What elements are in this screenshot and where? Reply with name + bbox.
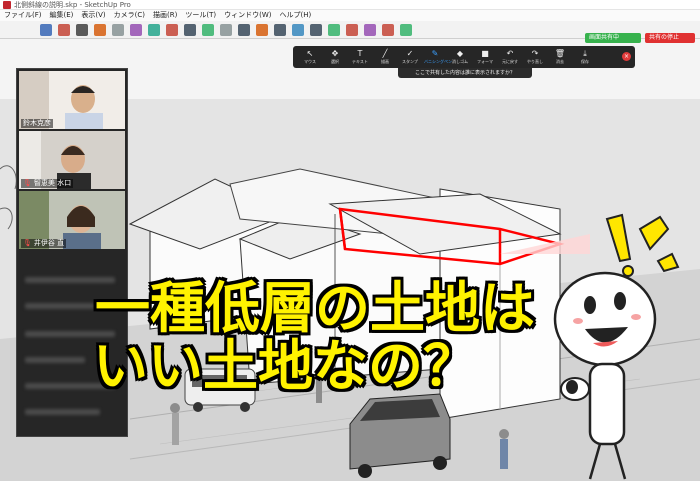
list-item xyxy=(25,303,95,309)
annotate-tool-eraser[interactable]: ◆ 消しゴム xyxy=(449,48,471,66)
screen-sharing-status[interactable]: 画面共有中 xyxy=(585,33,641,43)
participant-tile[interactable]: 🎙 智恵美 水口 xyxy=(19,131,125,189)
annotate-tool-clear[interactable]: 🗑 消去 xyxy=(549,48,571,66)
stamp-icon: ✓ xyxy=(406,49,414,58)
redo-icon: ↷ xyxy=(531,49,539,58)
annotate-tool-draw[interactable]: ╱ 描画 xyxy=(374,48,396,66)
rectangle-icon[interactable] xyxy=(112,24,124,36)
undo-icon: ↶ xyxy=(506,49,514,58)
annotate-tool-label: 元に戻す xyxy=(502,59,518,64)
annotate-tool-label: 選択 xyxy=(331,59,339,64)
rotate-icon[interactable] xyxy=(184,24,196,36)
annotate-tool-save[interactable]: ⤓ 保存 xyxy=(574,48,596,66)
window-title: 北側斜線の説明.skp - SketchUp Pro xyxy=(14,1,131,9)
eraser-icon: ◆ xyxy=(456,49,464,58)
menu-item[interactable]: 編集(E) xyxy=(46,10,78,21)
move-icon[interactable] xyxy=(166,24,178,36)
annotate-tool-label: 消しゴム xyxy=(452,59,468,64)
draw-icon: ╱ xyxy=(382,49,388,58)
menu-item[interactable]: ヘルプ(H) xyxy=(275,10,315,21)
format-icon: ■ xyxy=(481,49,489,58)
orbit-icon[interactable] xyxy=(274,24,286,36)
select-icon: ✥ xyxy=(331,49,339,58)
annotate-tool-vanishing-pen[interactable]: ✎ バニシングペン xyxy=(424,48,452,66)
annotate-tool-text[interactable]: T テキスト xyxy=(349,48,371,66)
title-bar: 北側斜線の説明.skp - SketchUp Pro xyxy=(0,0,700,10)
menu-item[interactable]: ファイル(F) xyxy=(0,10,46,21)
annotate-tool-label: テキスト xyxy=(352,59,368,64)
annotate-tool-redo[interactable]: ↷ やり直し xyxy=(524,48,546,66)
sketchup-logo-icon xyxy=(3,1,11,9)
annotate-tool-label: フォーマ xyxy=(477,59,493,64)
close-annotation-button[interactable]: × xyxy=(622,52,631,61)
scale-icon[interactable] xyxy=(202,24,214,36)
annotate-tool-undo[interactable]: ↶ 元に戻す xyxy=(499,48,521,66)
annotate-tool-label: 消去 xyxy=(556,59,564,64)
participant-name: 🎙 井伊谷 直 xyxy=(21,239,67,248)
participant-name: 🎙 智恵美 水口 xyxy=(21,179,74,188)
save-icon: ⤓ xyxy=(583,49,587,58)
annotate-tool-label: バニシングペン xyxy=(424,59,452,64)
headline-line-1: 一種低層の土地は xyxy=(95,276,536,340)
components-icon[interactable] xyxy=(346,24,358,36)
zoom-icon[interactable] xyxy=(310,24,322,36)
select-icon[interactable] xyxy=(40,24,52,36)
paint-icon[interactable] xyxy=(256,24,268,36)
vanishing-pen-icon: ✎ xyxy=(431,49,439,58)
annotate-tool-label: 保存 xyxy=(581,59,589,64)
text-icon[interactable] xyxy=(238,24,250,36)
zoom-extents-icon[interactable] xyxy=(328,24,340,36)
pan-icon[interactable] xyxy=(292,24,304,36)
annotate-tool-label: マウス xyxy=(304,59,316,64)
clear-icon: 🗑 xyxy=(554,49,566,58)
annotate-tool-format[interactable]: ■ フォーマ xyxy=(474,48,496,66)
text-icon: T xyxy=(357,49,363,58)
menu-item[interactable]: ツール(T) xyxy=(181,10,220,21)
annotation-toolbar: × ↖ マウス ✥ 選択 T テキスト ╱ 描画 ✓ スタンプ ✎ バニシングペン ◆ 消しゴム ■ フォーマ… xyxy=(293,46,635,68)
list-item xyxy=(25,357,85,363)
annotate-tool-label: 描画 xyxy=(381,59,389,64)
menu-item[interactable]: 表示(V) xyxy=(77,10,109,21)
share-visibility-prompt[interactable]: ここで共有した内容は誰に表示されますか？ xyxy=(398,68,532,78)
tape-icon[interactable] xyxy=(220,24,232,36)
annotate-tool-label: やり直し xyxy=(527,59,543,64)
layout-icon[interactable] xyxy=(400,24,412,36)
sketchup-window: 北側斜線の説明.skp - SketchUp Pro ファイル(F) 編集(E) 表… xyxy=(0,0,700,481)
menu-item[interactable]: 描画(R) xyxy=(149,10,181,21)
annotate-tool-select[interactable]: ✥ 選択 xyxy=(324,48,346,66)
participant-name: 鈴木克彦 xyxy=(21,119,53,128)
annotate-tool-mouse[interactable]: ↖ マウス xyxy=(299,48,321,66)
mic-muted-icon: 🎙 xyxy=(23,179,32,187)
warehouse-icon[interactable] xyxy=(364,24,376,36)
pushpull-icon[interactable] xyxy=(130,24,142,36)
list-item xyxy=(25,409,100,415)
offset-icon[interactable] xyxy=(148,24,160,36)
annotate-tool-stamp[interactable]: ✓ スタンプ xyxy=(399,48,421,66)
menu-bar: ファイル(F) 編集(E) 表示(V) カメラ(C) 描画(R) ツール(T) ウィンドウ(… xyxy=(0,10,700,21)
pencil-icon[interactable] xyxy=(76,24,88,36)
stop-sharing-button[interactable]: 共有の停止 xyxy=(645,33,695,43)
mic-muted-icon: 🎙 xyxy=(23,239,32,247)
mouse-icon: ↖ xyxy=(306,49,314,58)
extension-icon[interactable] xyxy=(382,24,394,36)
arc-icon[interactable] xyxy=(94,24,106,36)
menu-item[interactable]: カメラ(C) xyxy=(110,10,149,21)
eraser-icon[interactable] xyxy=(58,24,70,36)
participant-tile[interactable]: 🎙 井伊谷 直 xyxy=(19,191,125,249)
annotate-tool-label: スタンプ xyxy=(402,59,418,64)
participant-tile[interactable]: 鈴木克彦 xyxy=(19,71,125,129)
menu-item[interactable]: ウィンドウ(W) xyxy=(220,10,275,21)
headline-line-2: いい土地なの？ xyxy=(93,334,479,398)
